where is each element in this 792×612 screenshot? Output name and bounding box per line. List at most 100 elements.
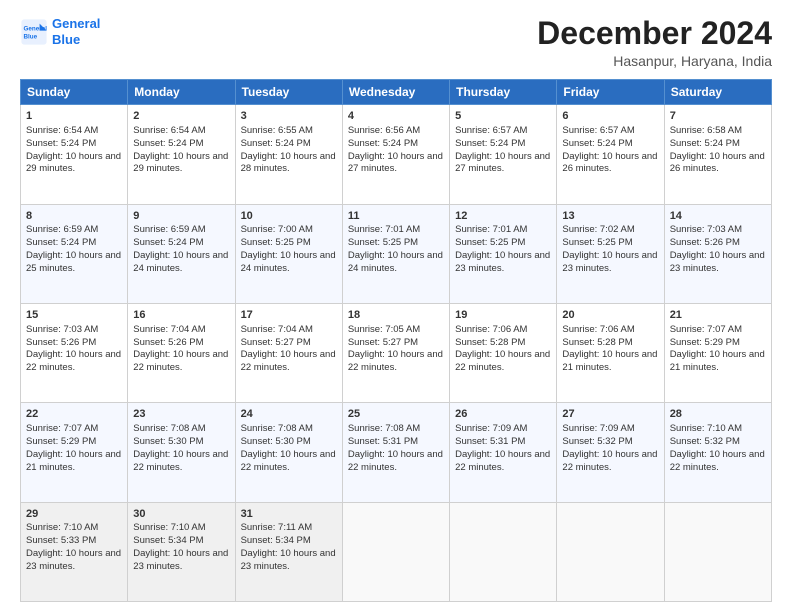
sunset: Sunset: 5:26 PM — [133, 337, 203, 348]
sunset: Sunset: 5:33 PM — [26, 535, 96, 546]
calendar-cell: 28Sunrise: 7:10 AMSunset: 5:32 PMDayligh… — [664, 403, 771, 502]
calendar-cell: 21Sunrise: 7:07 AMSunset: 5:29 PMDayligh… — [664, 303, 771, 402]
daylight: Daylight: 10 hours and 22 minutes. — [241, 349, 336, 373]
calendar-cell: 9Sunrise: 6:59 AMSunset: 5:24 PMDaylight… — [128, 204, 235, 303]
sunrise: Sunrise: 6:59 AM — [26, 224, 98, 235]
sunset: Sunset: 5:25 PM — [241, 237, 311, 248]
daylight: Daylight: 10 hours and 24 minutes. — [348, 250, 443, 274]
col-wednesday: Wednesday — [342, 80, 449, 105]
sunset: Sunset: 5:27 PM — [241, 337, 311, 348]
daylight: Daylight: 10 hours and 23 minutes. — [455, 250, 550, 274]
day-number: 5 — [455, 109, 551, 124]
logo-line2: Blue — [52, 32, 100, 48]
day-number: 20 — [562, 308, 658, 323]
calendar-week-4: 22Sunrise: 7:07 AMSunset: 5:29 PMDayligh… — [21, 403, 772, 502]
sunset: Sunset: 5:31 PM — [348, 436, 418, 447]
day-number: 25 — [348, 407, 444, 422]
daylight: Daylight: 10 hours and 27 minutes. — [348, 151, 443, 175]
day-number: 23 — [133, 407, 229, 422]
sunrise: Sunrise: 7:01 AM — [455, 224, 527, 235]
day-number: 19 — [455, 308, 551, 323]
calendar-cell: 2Sunrise: 6:54 AMSunset: 5:24 PMDaylight… — [128, 105, 235, 204]
sunset: Sunset: 5:24 PM — [133, 138, 203, 149]
sunrise: Sunrise: 7:04 AM — [133, 324, 205, 335]
day-number: 31 — [241, 507, 337, 522]
sunset: Sunset: 5:29 PM — [670, 337, 740, 348]
sunrise: Sunrise: 6:55 AM — [241, 125, 313, 136]
calendar-cell: 19Sunrise: 7:06 AM Sunset: 5:28 PMDayligh… — [450, 303, 557, 402]
calendar-cell: 11Sunrise: 7:01 AMSunset: 5:25 PMDayligh… — [342, 204, 449, 303]
daylight: Daylight: 10 hours and 22 minutes. — [455, 349, 550, 373]
calendar-cell: 5Sunrise: 6:57 AMSunset: 5:24 PMDaylight… — [450, 105, 557, 204]
day-number: 21 — [670, 308, 766, 323]
calendar-cell: 22Sunrise: 7:07 AMSunset: 5:29 PMDayligh… — [21, 403, 128, 502]
sunrise: Sunrise: 7:01 AM — [348, 224, 420, 235]
daylight: Daylight: 10 hours and 27 minutes. — [455, 151, 550, 175]
day-number: 6 — [562, 109, 658, 124]
sunset: Sunset: 5:28 PM — [455, 337, 525, 348]
sunset: Sunset: 5:26 PM — [26, 337, 96, 348]
daylight: Daylight: 10 hours and 23 minutes. — [26, 548, 121, 572]
sunset: Sunset: 5:32 PM — [562, 436, 632, 447]
calendar-cell: 27Sunrise: 7:09 AMSunset: 5:32 PMDayligh… — [557, 403, 664, 502]
daylight: Daylight: 10 hours and 22 minutes. — [562, 449, 657, 473]
sunset: Sunset: 5:34 PM — [241, 535, 311, 546]
day-number: 14 — [670, 209, 766, 224]
day-number: 7 — [670, 109, 766, 124]
calendar-cell: 24Sunrise: 7:08 AMSunset: 5:30 PMDayligh… — [235, 403, 342, 502]
col-thursday: Thursday — [450, 80, 557, 105]
sunset: Sunset: 5:24 PM — [133, 237, 203, 248]
calendar-cell: 3Sunrise: 6:55 AMSunset: 5:24 PMDaylight… — [235, 105, 342, 204]
sunrise: Sunrise: 7:10 AM — [670, 423, 742, 434]
sunset: Sunset: 5:24 PM — [26, 138, 96, 149]
daylight: Daylight: 10 hours and 22 minutes. — [241, 449, 336, 473]
sunrise: Sunrise: 7:06 AM — [455, 324, 527, 335]
daylight: Daylight: 10 hours and 23 minutes. — [670, 250, 765, 274]
calendar-cell: 30Sunrise: 7:10 AMSunset: 5:34 PMDayligh… — [128, 502, 235, 601]
sunrise: Sunrise: 7:00 AM — [241, 224, 313, 235]
day-number: 8 — [26, 209, 122, 224]
daylight: Daylight: 10 hours and 26 minutes. — [670, 151, 765, 175]
sunrise: Sunrise: 6:57 AM — [455, 125, 527, 136]
calendar-week-5: 29Sunrise: 7:10 AMSunset: 5:33 PMDayligh… — [21, 502, 772, 601]
sunset: Sunset: 5:30 PM — [133, 436, 203, 447]
calendar-cell: 14Sunrise: 7:03 AMSunset: 5:26 PMDayligh… — [664, 204, 771, 303]
daylight: Daylight: 10 hours and 26 minutes. — [562, 151, 657, 175]
col-monday: Monday — [128, 80, 235, 105]
calendar-cell — [450, 502, 557, 601]
sunrise: Sunrise: 6:54 AM — [133, 125, 205, 136]
sunrise: Sunrise: 6:57 AM — [562, 125, 634, 136]
sunrise: Sunrise: 7:05 AM — [348, 324, 420, 335]
calendar-week-1: 1Sunrise: 6:54 AMSunset: 5:24 PMDaylight… — [21, 105, 772, 204]
daylight: Daylight: 10 hours and 29 minutes. — [133, 151, 228, 175]
sunrise: Sunrise: 7:03 AM — [26, 324, 98, 335]
calendar-cell: 6Sunrise: 6:57 AMSunset: 5:24 PMDaylight… — [557, 105, 664, 204]
sunset: Sunset: 5:24 PM — [26, 237, 96, 248]
sunset: Sunset: 5:24 PM — [670, 138, 740, 149]
day-number: 3 — [241, 109, 337, 124]
main-title: December 2024 — [537, 16, 772, 51]
header: General Blue General Blue December 2024 … — [20, 16, 772, 69]
day-number: 27 — [562, 407, 658, 422]
sunset: Sunset: 5:26 PM — [670, 237, 740, 248]
sunrise: Sunrise: 6:56 AM — [348, 125, 420, 136]
daylight: Daylight: 10 hours and 21 minutes. — [26, 449, 121, 473]
daylight: Daylight: 10 hours and 24 minutes. — [133, 250, 228, 274]
calendar-week-3: 15Sunrise: 7:03 AMSunset: 5:26 PMDayligh… — [21, 303, 772, 402]
sunset: Sunset: 5:27 PM — [348, 337, 418, 348]
day-number: 18 — [348, 308, 444, 323]
calendar-cell: 23Sunrise: 7:08 AMSunset: 5:30 PMDayligh… — [128, 403, 235, 502]
title-block: December 2024 Hasanpur, Haryana, India — [537, 16, 772, 69]
calendar-cell: 31Sunrise: 7:11 AMSunset: 5:34 PMDayligh… — [235, 502, 342, 601]
logo: General Blue General Blue — [20, 16, 100, 47]
calendar-cell — [664, 502, 771, 601]
daylight: Daylight: 10 hours and 24 minutes. — [241, 250, 336, 274]
sunrise: Sunrise: 7:07 AM — [26, 423, 98, 434]
sunrise: Sunrise: 7:09 AM — [455, 423, 527, 434]
calendar-cell: 1Sunrise: 6:54 AMSunset: 5:24 PMDaylight… — [21, 105, 128, 204]
sunset: Sunset: 5:34 PM — [133, 535, 203, 546]
sunrise: Sunrise: 7:08 AM — [133, 423, 205, 434]
daylight: Daylight: 10 hours and 22 minutes. — [348, 449, 443, 473]
sunrise: Sunrise: 7:02 AM — [562, 224, 634, 235]
calendar-table: Sunday Monday Tuesday Wednesday Thursday… — [20, 79, 772, 602]
